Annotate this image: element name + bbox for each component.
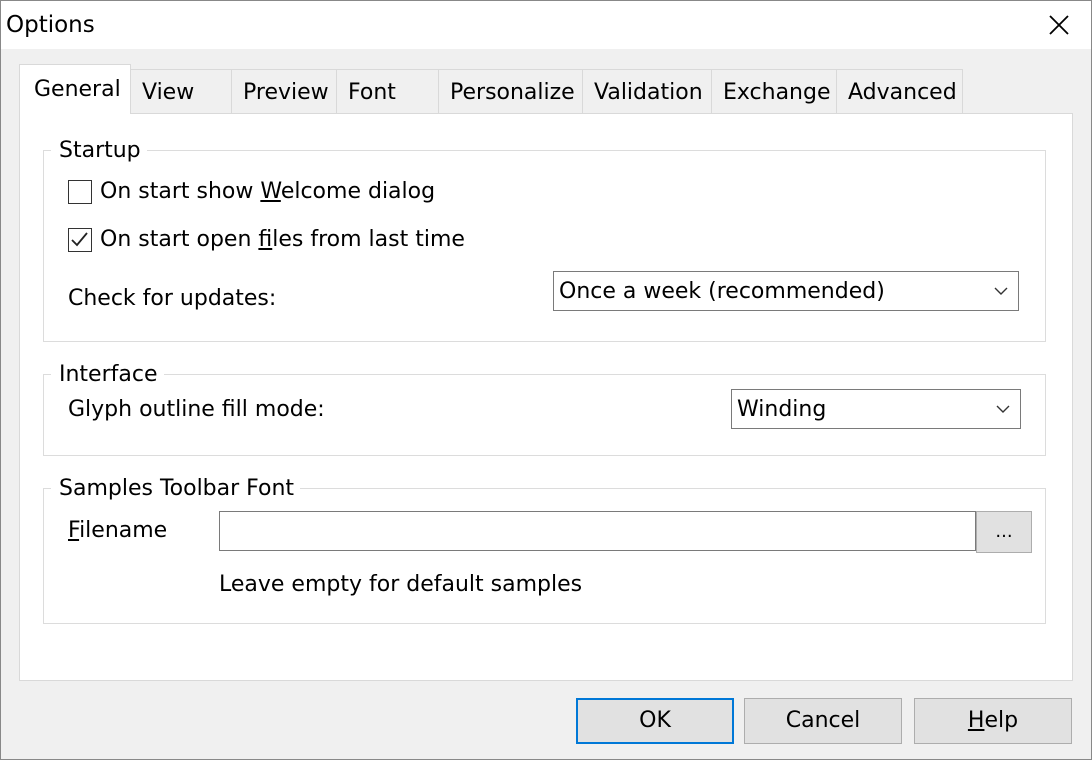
tab-preview-label: Preview: [243, 80, 329, 105]
close-button[interactable]: [1027, 1, 1091, 49]
open-last-files-label: On start open files from last time: [100, 227, 465, 252]
open-last-files-checkbox[interactable]: [68, 228, 92, 252]
fill-mode-value: Winding: [737, 397, 827, 422]
filename-input[interactable]: [219, 511, 976, 551]
ok-button[interactable]: OK: [576, 698, 734, 744]
tab-general[interactable]: General: [19, 64, 131, 114]
tab-font-label: Font: [348, 80, 396, 105]
check-updates-dropdown[interactable]: Once a week (recommended): [553, 271, 1019, 311]
samples-font-group-title: Samples Toolbar Font: [51, 476, 301, 502]
cancel-button[interactable]: Cancel: [744, 698, 902, 744]
tab-preview[interactable]: Preview: [231, 69, 337, 113]
help-button[interactable]: Help: [914, 698, 1072, 744]
close-icon: [1049, 15, 1069, 35]
check-updates-value: Once a week (recommended): [559, 279, 885, 304]
fill-mode-label: Glyph outline fill mode:: [68, 397, 325, 422]
browse-button[interactable]: ...: [976, 511, 1032, 553]
fill-mode-dropdown[interactable]: Winding: [731, 389, 1021, 429]
tab-font[interactable]: Font: [336, 69, 439, 113]
chevron-down-icon: [994, 287, 1008, 295]
tab-validation[interactable]: Validation: [582, 69, 712, 113]
samples-font-group: [43, 488, 1046, 624]
tab-exchange-label: Exchange: [723, 80, 831, 105]
tab-advanced[interactable]: Advanced: [836, 69, 963, 113]
tab-exchange[interactable]: Exchange: [711, 69, 837, 113]
startup-group-title: Startup: [51, 138, 147, 164]
general-tab-panel: Startup On start show Welcome dialog On …: [19, 113, 1073, 681]
options-dialog: Options General View Preview Font Person…: [0, 0, 1092, 760]
chevron-down-icon: [996, 405, 1010, 413]
tab-validation-label: Validation: [594, 80, 703, 105]
checkmark-icon: [71, 232, 88, 247]
window-title: Options: [6, 12, 95, 38]
tab-view-label: View: [142, 80, 195, 105]
interface-group-title: Interface: [51, 362, 164, 388]
tab-general-label: General: [34, 77, 121, 102]
title-bar: Options: [1, 1, 1091, 49]
filename-hint: Leave empty for default samples: [219, 572, 583, 597]
tab-view[interactable]: View: [130, 69, 232, 113]
tab-advanced-label: Advanced: [848, 80, 957, 105]
tab-personalize[interactable]: Personalize: [438, 69, 583, 113]
filename-label: Filename: [68, 518, 168, 543]
tab-personalize-label: Personalize: [450, 80, 575, 105]
check-updates-label: Check for updates:: [68, 286, 277, 311]
welcome-dialog-label: On start show Welcome dialog: [100, 179, 436, 204]
welcome-dialog-checkbox[interactable]: [68, 180, 92, 204]
